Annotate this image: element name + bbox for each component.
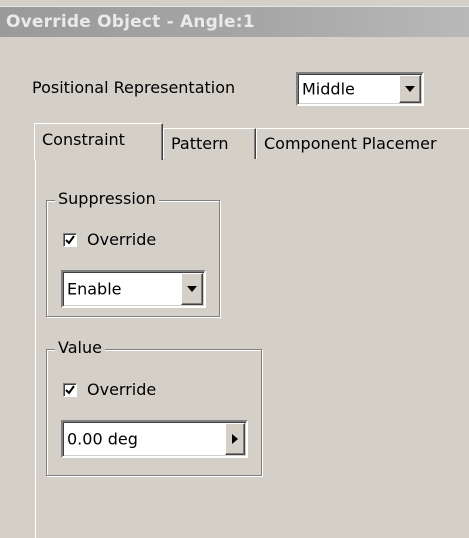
tab-constraint-label: Constraint xyxy=(42,130,125,149)
tab-pattern[interactable]: Pattern xyxy=(163,128,256,159)
value-override-label: Override xyxy=(87,380,157,399)
suppression-override-label: Override xyxy=(87,230,157,249)
tab-constraint[interactable]: Constraint xyxy=(34,123,163,160)
checkmark-icon xyxy=(65,384,75,395)
value-spinner[interactable]: 0.00 deg xyxy=(61,420,248,458)
value-override-checkbox-row[interactable]: Override xyxy=(63,380,156,399)
positional-representation-value: Middle xyxy=(302,79,355,99)
checkmark-icon xyxy=(65,234,75,245)
tab-component-placement[interactable]: Component Placemer xyxy=(256,128,469,159)
dropdown-button[interactable] xyxy=(399,75,421,103)
value-spinner-button[interactable] xyxy=(225,423,245,455)
window-title: Override Object - Angle:1 xyxy=(6,12,255,32)
suppression-override-checkbox-row[interactable]: Override xyxy=(63,230,156,249)
value-legend: Value xyxy=(55,338,105,357)
suppression-override-checkbox[interactable] xyxy=(63,232,77,247)
tab-component-placement-label: Component Placemer xyxy=(264,134,437,153)
tab-pattern-label: Pattern xyxy=(171,134,229,153)
positional-representation-dropdown[interactable]: Middle xyxy=(296,72,424,106)
suppression-legend: Suppression xyxy=(55,189,159,208)
title-strip: Override Object - Angle:1 xyxy=(0,6,469,37)
chevron-down-icon xyxy=(187,286,197,292)
suppression-value: Enable xyxy=(67,279,122,299)
positional-representation-label: Positional Representation xyxy=(32,78,236,97)
value-override-checkbox[interactable] xyxy=(63,382,77,397)
dropdown-button[interactable] xyxy=(181,273,203,305)
chevron-down-icon xyxy=(405,86,415,92)
value-spinner-value: 0.00 deg xyxy=(67,429,138,449)
suppression-dropdown[interactable]: Enable xyxy=(61,270,206,308)
chevron-right-icon xyxy=(232,434,238,444)
title-bar: Override Object - Angle:1 xyxy=(0,0,469,46)
